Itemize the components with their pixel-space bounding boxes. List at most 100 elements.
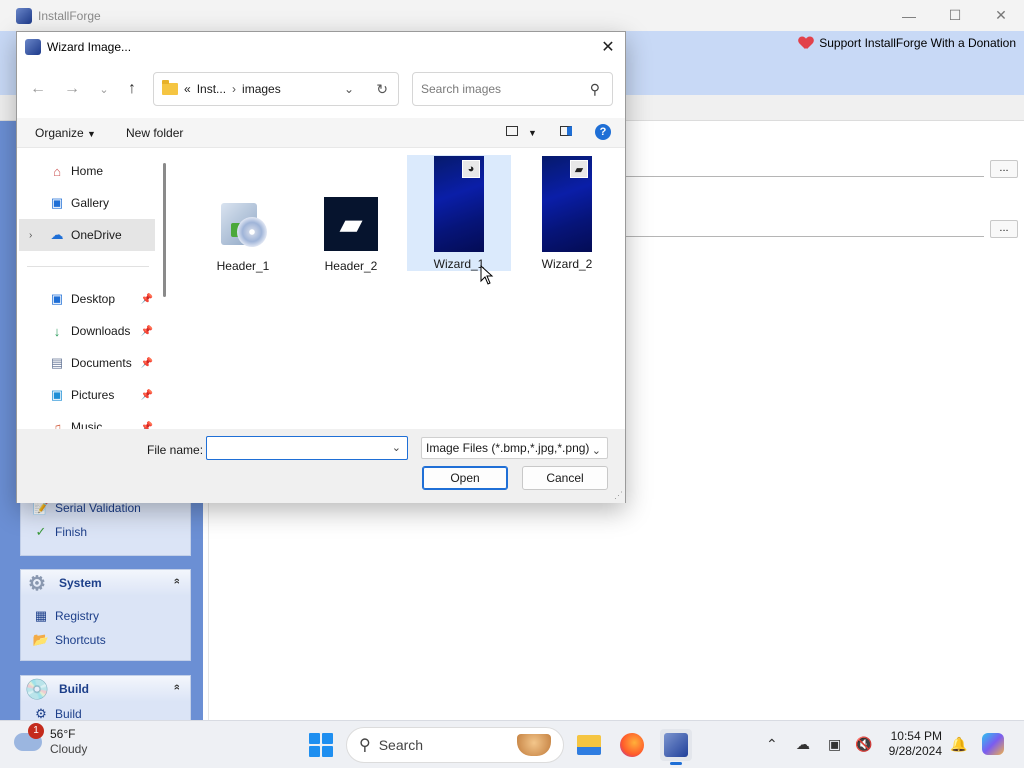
file-item-header-1[interactable]: Header_1 (191, 157, 295, 273)
path-field-1[interactable] (623, 157, 984, 177)
resize-grip-icon[interactable]: ⋰ (614, 490, 623, 501)
chevron-down-icon[interactable]: ⌄ (344, 82, 354, 96)
nav-item-label: Downloads (71, 324, 131, 338)
file-name: Header_2 (324, 259, 378, 273)
close-icon[interactable]: ✕ (978, 0, 1024, 31)
firefox-icon (620, 733, 644, 757)
app-titlebar: InstallForge — ☐ ✕ (0, 0, 1024, 31)
clock-time: 10:54 PM (890, 729, 942, 743)
file-name-input[interactable]: ⌄ (206, 436, 408, 460)
search-highlight-icon (517, 734, 551, 756)
file-item-wizard-1[interactable]: ◕ Wizard_1 (407, 155, 511, 271)
nav-item-label: Desktop (71, 292, 116, 306)
firefox-taskbar-button[interactable] (616, 729, 648, 761)
collapse-icon[interactable]: » (171, 684, 183, 690)
nav-item-desktop[interactable]: ▣ Desktop 📌 (19, 283, 155, 315)
gallery-icon: ▣ (50, 195, 64, 210)
maximize-icon[interactable]: ☐ (932, 0, 978, 31)
breadcrumb-item[interactable]: Inst... (197, 82, 226, 96)
refresh-icon[interactable]: ↻ (376, 81, 388, 98)
browse-button-1[interactable]: ... (990, 160, 1018, 178)
nav-item-label: Home (71, 164, 104, 178)
nav-item-gallery[interactable]: ▣ Gallery (19, 187, 155, 219)
nav-item-documents[interactable]: ▤ Documents 📌 (19, 347, 155, 379)
installforge-taskbar-button[interactable] (660, 729, 692, 765)
preview-pane-icon[interactable] (560, 126, 572, 136)
close-icon[interactable]: ✕ (595, 34, 621, 60)
address-bar[interactable]: « Inst... › images ⌄ ↻ (153, 72, 399, 106)
new-folder-button[interactable]: New folder (126, 126, 183, 140)
cloud-icon: 1 (14, 723, 44, 751)
network-offline-icon[interactable]: ☁ (796, 736, 810, 753)
open-file-dialog: Wizard Image... ✕ ← → ⌄ ↑ « Inst... › im… (16, 31, 626, 503)
gear-icon: ⚙ (28, 572, 46, 595)
weather-condition: Cloudy (50, 742, 88, 756)
navigation-pane: ⌂ Home ▣ Gallery › ☁ OneDrive ▣ Desktop … (17, 149, 173, 429)
collapse-icon[interactable]: » (171, 578, 183, 584)
minimize-icon[interactable]: — (886, 0, 932, 31)
nav-item-music[interactable]: ♫ Music 📌 (19, 411, 155, 430)
chevron-right-icon[interactable]: › (29, 230, 32, 241)
panel-item-finish[interactable]: ✓ Finish (21, 520, 190, 544)
installforge-icon (664, 733, 688, 757)
organize-button[interactable]: Organize ▼ (35, 126, 96, 140)
taskbar: 1 56°F Cloudy ⚲ Search ⌃ ☁ ▣ 🔇 10:54 PM … (0, 720, 1024, 768)
installforge-icon (25, 39, 41, 55)
nav-item-pictures[interactable]: ▣ Pictures 📌 (19, 379, 155, 411)
wizard-blue-image: ◕ (434, 156, 484, 252)
breadcrumb-overflow[interactable]: « (184, 82, 191, 96)
breadcrumb-item[interactable]: images (242, 82, 281, 96)
back-arrow-icon[interactable]: ← (27, 78, 49, 100)
app-title: InstallForge (38, 8, 101, 23)
start-button[interactable] (309, 733, 333, 757)
nav-item-downloads[interactable]: ↓ Downloads 📌 (19, 315, 155, 347)
panel-item-registry[interactable]: ▦ Registry (21, 604, 190, 628)
view-mode-icon[interactable] (506, 126, 518, 136)
chevron-down-icon[interactable]: ⌄ (392, 441, 401, 454)
file-thumbnail: ▰ (324, 157, 378, 255)
up-arrow-icon[interactable]: ↑ (121, 78, 143, 100)
build-panel-header[interactable]: 💿 Build » (21, 676, 190, 702)
nav-item-label: Music (71, 420, 103, 429)
chevron-up-icon[interactable]: ⌃ (766, 736, 778, 753)
file-type-select[interactable]: Image Files (*.bmp,*.jpg,*.png) ⌄ (421, 437, 608, 459)
system-panel-header[interactable]: ⚙ System » (21, 570, 190, 596)
open-button[interactable]: Open (422, 466, 508, 490)
nav-item-home[interactable]: ⌂ Home (19, 155, 155, 187)
nav-item-onedrive[interactable]: › ☁ OneDrive (19, 219, 155, 251)
cancel-button[interactable]: Cancel (522, 466, 608, 490)
file-name: Wizard_2 (541, 257, 593, 271)
installforge-icon (16, 7, 32, 24)
panel-item-build[interactable]: ⚙ Build (21, 708, 190, 720)
downloads-icon: ↓ (53, 323, 61, 339)
browse-button-2[interactable]: ... (990, 220, 1018, 238)
dialog-footer: File name: ⌄ Image Files (*.bmp,*.jpg,*.… (17, 429, 625, 503)
volume-muted-icon[interactable]: 🔇 (855, 736, 872, 753)
panel-item-label: Serial Validation (55, 501, 141, 515)
search-input[interactable]: Search images ⚲ (412, 72, 613, 106)
dialog-title: Wizard Image... (47, 40, 132, 54)
weather-widget[interactable]: 1 56°F Cloudy (14, 723, 88, 757)
folder-icon (162, 80, 178, 95)
file-explorer-taskbar-button[interactable] (573, 729, 605, 761)
active-indicator (670, 762, 682, 765)
donate-link[interactable]: Support InstallForge With a Donation (799, 36, 1016, 50)
forward-arrow-icon[interactable]: → (61, 78, 83, 100)
panel-item-shortcuts[interactable]: 📂 Shortcuts (21, 628, 190, 652)
taskbar-search[interactable]: ⚲ Search (346, 727, 564, 763)
pin-icon: 📌 (140, 293, 153, 305)
copilot-icon[interactable] (982, 733, 1004, 755)
display-icon[interactable]: ▣ (828, 736, 841, 753)
help-icon[interactable]: ? (595, 124, 611, 140)
clock[interactable]: 10:54 PM 9/28/2024 (884, 729, 942, 759)
view-dropdown-icon[interactable]: ▼ (528, 128, 537, 138)
file-item-wizard-2[interactable]: ▰ Wizard_2 (515, 155, 619, 271)
nav-scrollbar[interactable] (163, 163, 166, 297)
file-item-header-2[interactable]: ▰ Header_2 (299, 157, 403, 273)
pin-icon: 📌 (140, 357, 153, 369)
recent-chevron-down-icon[interactable]: ⌄ (93, 78, 115, 100)
notification-bell-icon[interactable]: 🔔 (950, 736, 967, 753)
system-panel: ⚙ System » ▦ Registry 📂 Shortcuts (20, 569, 191, 661)
path-field-2[interactable] (623, 217, 984, 237)
donate-text: Support InstallForge With a Donation (819, 36, 1016, 50)
